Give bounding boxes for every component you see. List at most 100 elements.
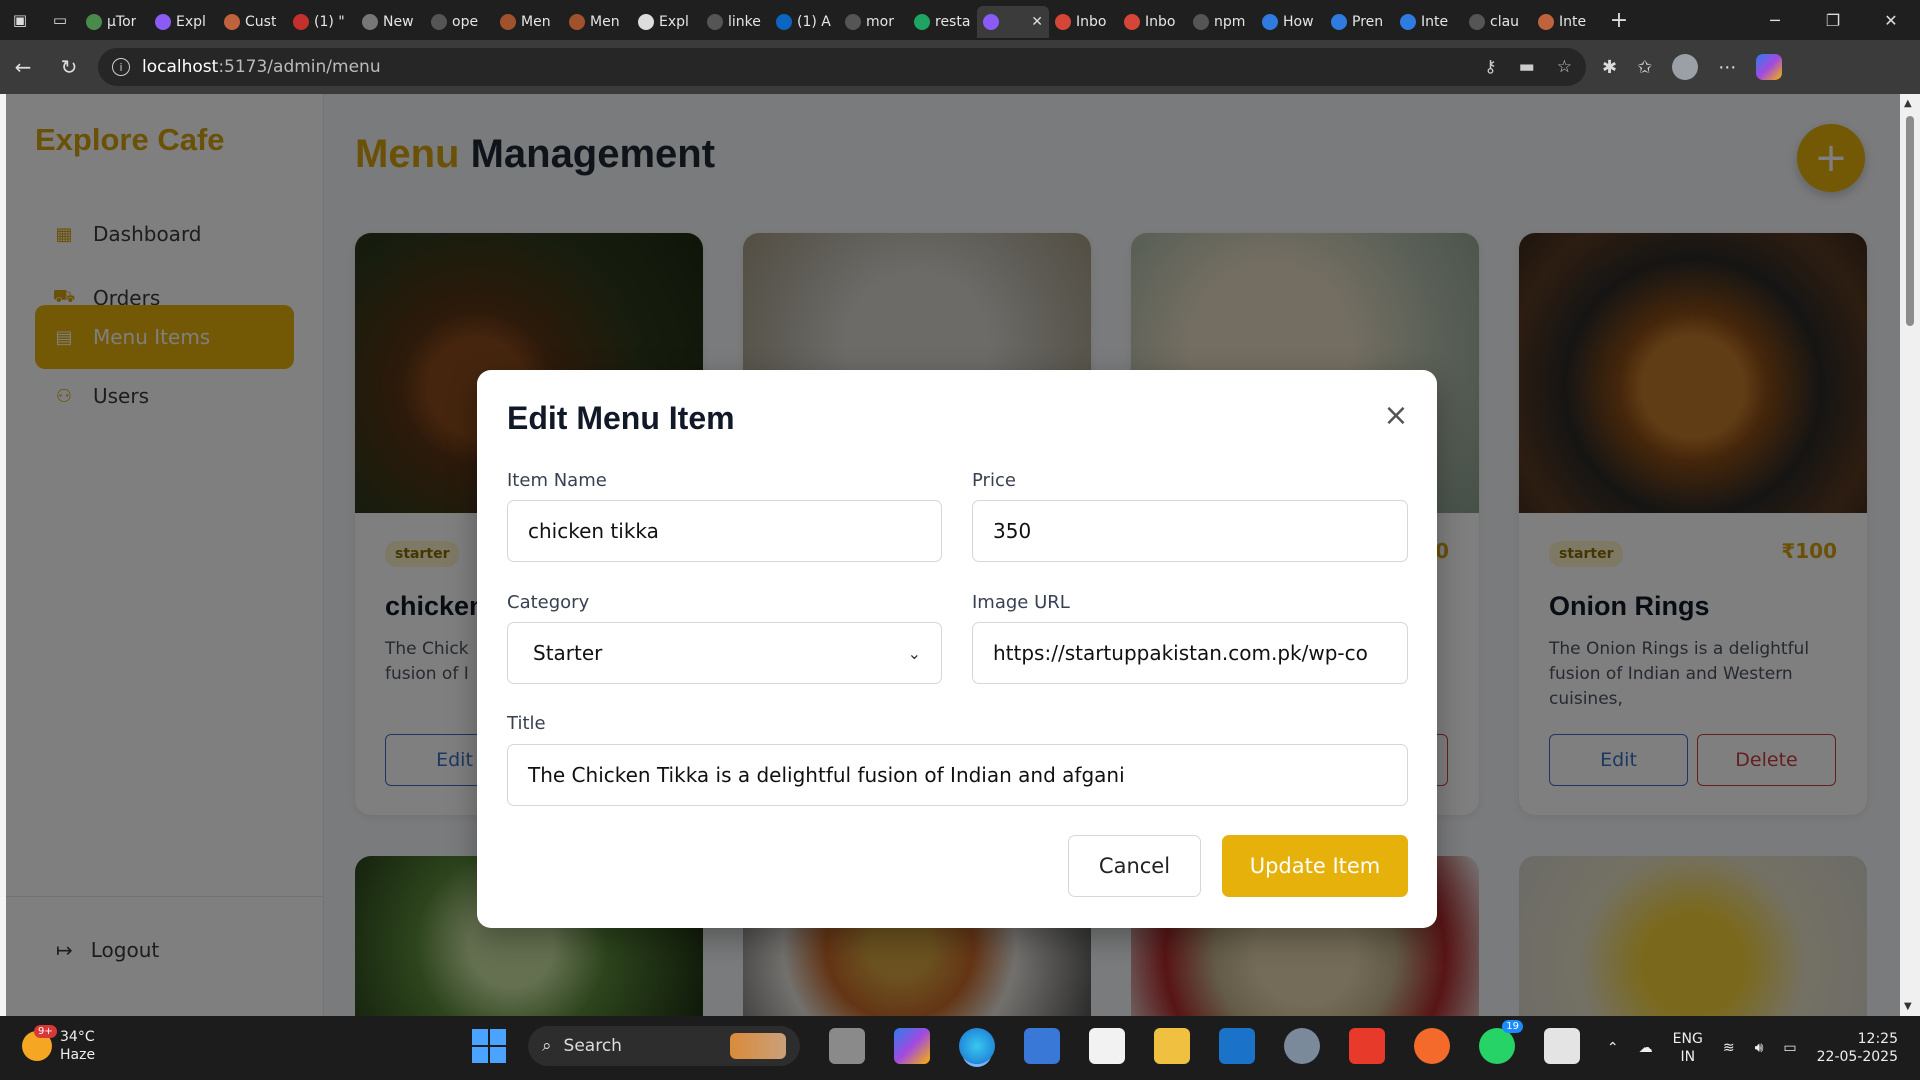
tab-favicon-icon xyxy=(638,14,654,30)
browser-tab[interactable]: New xyxy=(356,6,425,38)
title-input[interactable]: The Chicken Tikka is a delightful fusion… xyxy=(507,744,1408,806)
workspaces-icon[interactable]: ▣ xyxy=(0,0,40,40)
page-scrollbar[interactable]: ▲ ▼ xyxy=(1900,94,1920,1016)
favorites-icon[interactable]: ✩ xyxy=(1637,57,1652,78)
taskbar-apps: ⌕ Search 19 xyxy=(472,1020,1580,1066)
category-select[interactable]: Starter ⌄ xyxy=(507,622,942,684)
browser-tab[interactable]: ✕ xyxy=(977,6,1049,38)
windows-start-icon[interactable] xyxy=(472,1029,506,1063)
back-icon[interactable]: ← xyxy=(0,44,46,90)
edge-browser-icon[interactable] xyxy=(959,1028,995,1064)
tab-title: Inbo xyxy=(1076,14,1107,30)
pdf-app-icon[interactable] xyxy=(1349,1028,1385,1064)
weather-sun-icon: 9+ xyxy=(22,1025,57,1061)
key-icon[interactable]: ⚷ xyxy=(1484,57,1496,77)
volume-icon[interactable]: 🔊︎ xyxy=(1755,1040,1764,1056)
browser-tab[interactable]: ope xyxy=(425,6,494,38)
whatsapp-badge: 19 xyxy=(1502,1020,1523,1033)
browser-tab[interactable]: Men xyxy=(563,6,632,38)
browser-tab-strip: ▣ ▭ µTor Expl Cust (1) " New ope Men Men Expl lin… xyxy=(0,0,1920,40)
tab-actions-icon[interactable]: ▭ xyxy=(40,0,80,40)
profile-avatar[interactable] xyxy=(1672,54,1699,80)
taskbar-search[interactable]: ⌕ Search xyxy=(528,1026,800,1066)
taskbar: 9+ 34°C Haze ⌕ Search 19 ⌃ ☁ ENG IN ≋ 🔊︎… xyxy=(0,1016,1920,1080)
search-icon: ⌕ xyxy=(542,1036,552,1056)
tab-favicon-icon xyxy=(707,14,723,30)
new-tab-button[interactable]: + xyxy=(1601,0,1637,40)
tab-favicon-icon xyxy=(1193,14,1209,30)
cancel-button[interactable]: Cancel xyxy=(1068,835,1201,897)
image-url-input[interactable]: https://startuppakistan.com.pk/wp-co xyxy=(972,622,1408,684)
card-icon[interactable]: ▬ xyxy=(1519,57,1535,77)
tab-favicon-icon xyxy=(776,14,792,30)
browser-tab[interactable]: Inbo xyxy=(1118,6,1187,38)
extensions-icon[interactable]: ✱ xyxy=(1602,57,1617,78)
tab-favicon-icon xyxy=(845,14,861,30)
browser-tab[interactable]: (1) " xyxy=(287,6,356,38)
close-window-button[interactable]: ✕ xyxy=(1862,0,1920,40)
browser-tab[interactable]: Inte xyxy=(1394,6,1463,38)
weather-desc: Haze xyxy=(60,1047,96,1063)
browser-tab[interactable]: clau xyxy=(1463,6,1532,38)
browser-tab[interactable]: How xyxy=(1256,6,1325,38)
browser-tab[interactable]: Pren xyxy=(1325,6,1394,38)
outlook-icon[interactable] xyxy=(1219,1028,1255,1064)
scroll-down-icon[interactable]: ▼ xyxy=(1904,1001,1912,1012)
store-icon[interactable] xyxy=(1024,1028,1060,1064)
close-icon[interactable]: × xyxy=(1381,398,1411,433)
browser-tab[interactable]: Cust xyxy=(218,6,287,38)
browser-tab[interactable]: Inbo xyxy=(1049,6,1118,38)
notepad-icon[interactable] xyxy=(1089,1028,1125,1064)
copilot-icon[interactable] xyxy=(1756,54,1783,80)
whatsapp-icon[interactable]: 19 xyxy=(1479,1020,1523,1064)
browser-tab[interactable]: µTor xyxy=(80,6,149,38)
language-indicator[interactable]: ENG IN xyxy=(1673,1030,1703,1066)
url-input[interactable]: i localhost:5173/admin/menu ⚷ ▬ ☆ xyxy=(98,48,1586,86)
browser-tab[interactable]: Inte xyxy=(1532,6,1601,38)
clock[interactable]: 12:25 22-05-2025 xyxy=(1817,1030,1898,1066)
chevron-up-icon[interactable]: ⌃ xyxy=(1607,1040,1619,1056)
scroll-thumb[interactable] xyxy=(1906,116,1914,326)
scroll-up-icon[interactable]: ▲ xyxy=(1904,98,1912,109)
browser-tab[interactable]: resta xyxy=(908,6,977,38)
tab-title: Men xyxy=(590,14,620,30)
restore-button[interactable]: ❐ xyxy=(1804,0,1862,40)
tab-title: Inbo xyxy=(1145,14,1176,30)
update-item-button[interactable]: Update Item xyxy=(1222,835,1408,897)
tab-favicon-icon xyxy=(1331,14,1347,30)
address-bar-row: ← ↻ i localhost:5173/admin/menu ⚷ ▬ ☆ ✱ … xyxy=(0,40,1920,94)
weather-badge: 9+ xyxy=(34,1025,57,1038)
refresh-icon[interactable]: ↻ xyxy=(46,44,92,90)
browser-tab[interactable]: npm xyxy=(1187,6,1256,38)
weather-temp: 34°C xyxy=(60,1029,95,1045)
more-icon[interactable]: ⋯ xyxy=(1718,57,1736,78)
site-info-icon[interactable]: i xyxy=(112,58,130,76)
file-explorer-icon[interactable] xyxy=(1154,1028,1190,1064)
browser-tab[interactable]: Expl xyxy=(149,6,218,38)
minimize-button[interactable]: ─ xyxy=(1746,0,1804,40)
tab-title: Expl xyxy=(659,14,689,30)
task-view-icon[interactable] xyxy=(829,1028,865,1064)
clock-date: 22-05-2025 xyxy=(1816,1049,1898,1065)
weather-widget[interactable]: 9+ 34°C Haze xyxy=(22,1025,96,1064)
wifi-icon[interactable]: ≋ xyxy=(1723,1040,1735,1056)
browser-tab[interactable]: (1) A xyxy=(770,6,839,38)
price-input[interactable]: 350 xyxy=(972,500,1408,562)
browser-tab[interactable]: mor xyxy=(839,6,908,38)
tab-title: Men xyxy=(521,14,551,30)
item-name-input[interactable]: chicken tikka xyxy=(507,500,942,562)
snipping-tool-icon[interactable] xyxy=(1544,1028,1580,1064)
copilot-app-icon[interactable] xyxy=(894,1028,930,1064)
tab-favicon-icon xyxy=(155,14,171,30)
favorite-star-icon[interactable]: ☆ xyxy=(1557,57,1572,77)
browser-tab[interactable]: Men xyxy=(494,6,563,38)
settings-gear-icon[interactable] xyxy=(1284,1028,1320,1064)
browser-tab[interactable]: Expl xyxy=(632,6,701,38)
postman-icon[interactable] xyxy=(1414,1028,1450,1064)
tab-close-icon[interactable]: ✕ xyxy=(1031,14,1043,30)
tab-title: µTor xyxy=(107,14,137,30)
tab-favicon-icon xyxy=(293,14,309,30)
browser-tab[interactable]: linke xyxy=(701,6,770,38)
onedrive-icon[interactable]: ☁ xyxy=(1639,1040,1653,1056)
battery-icon[interactable]: ▭ xyxy=(1783,1040,1796,1056)
